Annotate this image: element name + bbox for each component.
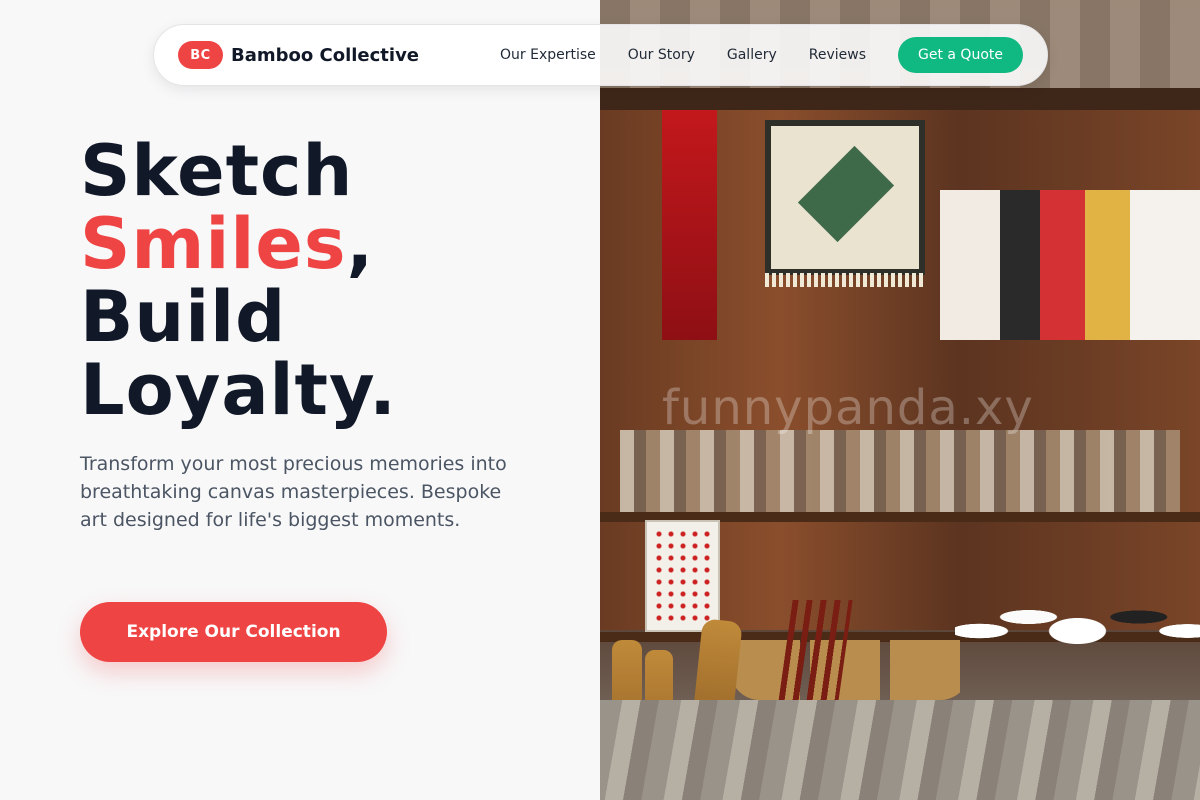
hat-display: [955, 575, 1200, 645]
nav-links: Our Expertise Our Story Gallery Reviews …: [500, 37, 1023, 73]
navbar: BC Bamboo Collective Our Expertise Our S…: [153, 24, 1048, 86]
hero-title-line3: Build: [80, 276, 287, 358]
roof-beam: [600, 88, 1200, 112]
figurine-shelf: [620, 430, 1180, 512]
hanging-garment: [1040, 190, 1085, 340]
logo-badge[interactable]: BC: [178, 41, 223, 69]
hero-title-comma: ,: [346, 203, 375, 285]
hero-title: Sketch Smiles, Build Loyalty.: [80, 135, 580, 427]
hero-description: Transform your most precious memories in…: [80, 453, 507, 531]
brand-name[interactable]: Bamboo Collective: [231, 45, 419, 66]
red-cloth: [662, 110, 717, 340]
hero-title-line4: Loyalty.: [80, 349, 397, 431]
hanging-rug: [765, 120, 925, 287]
get-quote-button[interactable]: Get a Quote: [898, 37, 1023, 73]
nav-link-our-story[interactable]: Our Story: [628, 47, 695, 63]
hero-photo: funnypanda.xy: [600, 0, 1200, 800]
hanging-garment: [1000, 190, 1040, 340]
explore-collection-button[interactable]: Explore Our Collection: [80, 602, 387, 662]
nav-link-reviews[interactable]: Reviews: [809, 47, 866, 63]
nav-link-our-expertise[interactable]: Our Expertise: [500, 47, 596, 63]
cobblestone-ground: [600, 700, 1200, 800]
hanging-garment: [1085, 190, 1130, 340]
watermark: funnypanda.xy: [662, 380, 1034, 436]
hero-title-accent: Smiles: [80, 203, 347, 285]
hanging-garment: [1170, 190, 1200, 340]
nav-link-gallery[interactable]: Gallery: [727, 47, 777, 63]
hero-title-line1: Sketch: [80, 130, 354, 212]
earring-display: [645, 520, 720, 632]
basket-display: [730, 640, 970, 700]
hanging-garment: [1130, 190, 1170, 340]
hanging-garment: [940, 190, 1000, 340]
